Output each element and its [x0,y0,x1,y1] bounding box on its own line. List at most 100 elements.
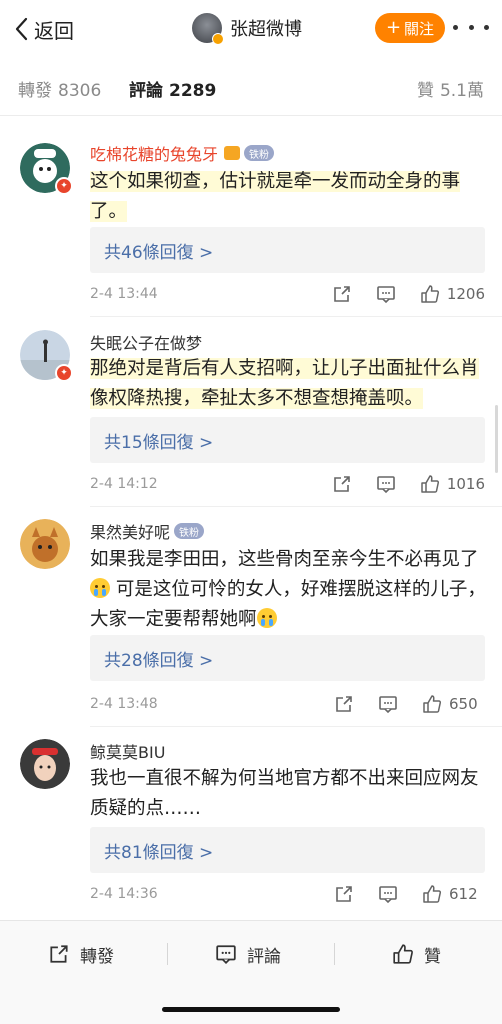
comment-username[interactable]: 果然美好呢 铁粉 [90,519,205,543]
username-text: 吃棉花糖的兔兔牙 [90,145,219,164]
comment-icon[interactable] [377,693,399,715]
comment-icon[interactable] [375,473,397,495]
follow-button[interactable]: + 關注 [375,13,445,43]
comment-time: 2-4 13:48 [90,696,158,712]
replies-link[interactable]: 共28條回復 > [90,635,485,681]
comment-text-part: 可是这位可怜的女人，好难摆脱这样的儿子，大家一定要帮帮她啊 [90,579,486,630]
comment-text: 那绝对是背后有人支招啊，让儿子出面扯什么肖像权降热搜，牵扯太多不想查想掩盖呗。 [90,354,490,414]
replies-link[interactable]: 共46條回復 > [90,227,485,273]
red-v-badge-icon: ✦ [55,364,73,382]
like-icon [393,944,413,964]
comment-meta: 2-4 13:44 1206 [90,282,485,306]
comment-text: 我也一直很不解为何当地官方都不出来回应网友质疑的点…… [90,764,490,824]
comment-text: 如果我是李田田，这些骨肉至亲今生不必再见了 可是这位可怜的女人，好难摆脱这样的儿… [90,545,490,635]
divider [90,316,502,317]
comment-time: 2-4 14:12 [90,476,158,492]
dot-icon [453,24,458,30]
tab-comment-label: 評論 [129,81,163,101]
like-count: 1206 [446,285,485,303]
share-icon [50,945,68,963]
back-button[interactable]: 返回 [14,14,74,44]
avatar[interactable] [20,739,70,789]
follow-label: 關注 [404,19,435,38]
avatar-image [20,739,70,789]
comment-text-content: 我也一直很不解为何当地官方都不出来回应网友质疑的点…… [90,768,479,819]
username-text: 果然美好呢 [90,523,171,542]
comment-icon [216,945,236,965]
comment-text: 这个如果彻查，估计就是牵一发而动全身的事了。 [90,167,490,227]
plus-icon: + [385,17,402,38]
comment-icon[interactable] [377,883,399,905]
crown-icon [224,146,241,160]
dot-icon [468,24,474,30]
tab-repost-label: 轉發 [18,81,52,101]
comment-meta: 2-4 14:36 612 [90,882,485,906]
page-title-text: 张超微博 [230,19,302,40]
divider [90,506,502,507]
comment-text-content: 那绝对是背后有人支招啊，让儿子出面扯什么肖像权降热搜，牵扯太多不想查想掩盖呗。 [90,358,479,409]
fan-badge: 铁粉 [174,523,205,539]
dot-icon [484,24,489,30]
comment-text-part: 如果我是李田田，这些骨肉至亲今生不必再见了 [90,549,479,570]
share-icon[interactable] [331,473,353,495]
red-v-badge-icon: ✦ [55,177,73,195]
like-button[interactable]: 贊 [392,939,441,969]
page-title[interactable]: 张超微博 [192,12,302,45]
avatar-image [20,519,70,569]
like-icon[interactable] [421,883,443,905]
repost-button[interactable]: 轉發 [48,939,114,969]
username-text: 鲸莫莫BIU [90,743,166,762]
author-avatar [192,13,224,45]
crying-emoji-icon [90,578,110,598]
tab-repost-count: 8306 [58,81,102,101]
comment-text-content: 这个如果彻查，估计就是牵一发而动全身的事了。 [90,171,461,222]
verified-icon [212,33,224,45]
replies-link[interactable]: 共15條回復 > [90,417,485,463]
avatar[interactable]: ✦ [20,330,73,382]
username-text: 失眠公子在做梦 [90,334,203,353]
like-label: 贊 [424,946,441,967]
like-count: 650 [449,695,478,713]
tab-like-count: 5.1萬 [439,81,484,101]
avatar[interactable]: ✦ [20,143,73,195]
share-icon[interactable] [333,883,355,905]
comment-button[interactable]: 評論 [215,939,281,969]
comment-icon[interactable] [375,283,397,305]
comment-meta: 2-4 13:48 650 [90,692,485,716]
comment-meta: 2-4 14:12 1016 [90,472,485,496]
like-count: 612 [449,885,478,903]
fan-badge: 铁粉 [244,145,275,161]
tab-comment[interactable]: 評論 2289 [129,76,216,101]
share-icon[interactable] [333,693,355,715]
top-nav-bar: 返回 张超微博 + 關注 [0,0,502,58]
like-icon[interactable] [419,473,441,495]
share-icon[interactable] [331,283,353,305]
divider [167,943,168,965]
like-icon[interactable] [421,693,443,715]
comment-label: 評論 [247,946,281,967]
comment-username[interactable]: 吃棉花糖的兔兔牙 铁粉 [90,141,275,165]
avatar[interactable] [20,519,70,569]
repost-label: 轉發 [80,946,114,967]
tab-like-label: 贊 [416,81,434,101]
tab-bar: 轉發 8306 評論 2289 贊 5.1萬 [0,58,502,116]
bottom-action-bar: 轉發 評論 贊 [0,920,502,1024]
more-button[interactable] [453,17,489,37]
divider [334,943,335,965]
like-count: 1016 [446,475,485,493]
scrollbar[interactable] [495,405,498,473]
tab-comment-count: 2289 [169,81,217,101]
chevron-left-icon [15,17,28,41]
tab-repost[interactable]: 轉發 8306 [18,76,101,101]
home-indicator [162,1007,340,1012]
back-label: 返回 [34,18,74,43]
comment-time: 2-4 13:44 [90,286,158,302]
comment-username[interactable]: 失眠公子在做梦 [90,330,202,354]
divider [90,726,502,727]
comment-time: 2-4 14:36 [90,886,158,902]
comment-username[interactable]: 鲸莫莫BIU [90,739,165,763]
crying-emoji-icon [256,608,277,628]
tab-like[interactable]: 贊 5.1萬 [417,76,484,101]
replies-link[interactable]: 共81條回復 > [90,827,485,873]
like-icon[interactable] [419,283,441,305]
